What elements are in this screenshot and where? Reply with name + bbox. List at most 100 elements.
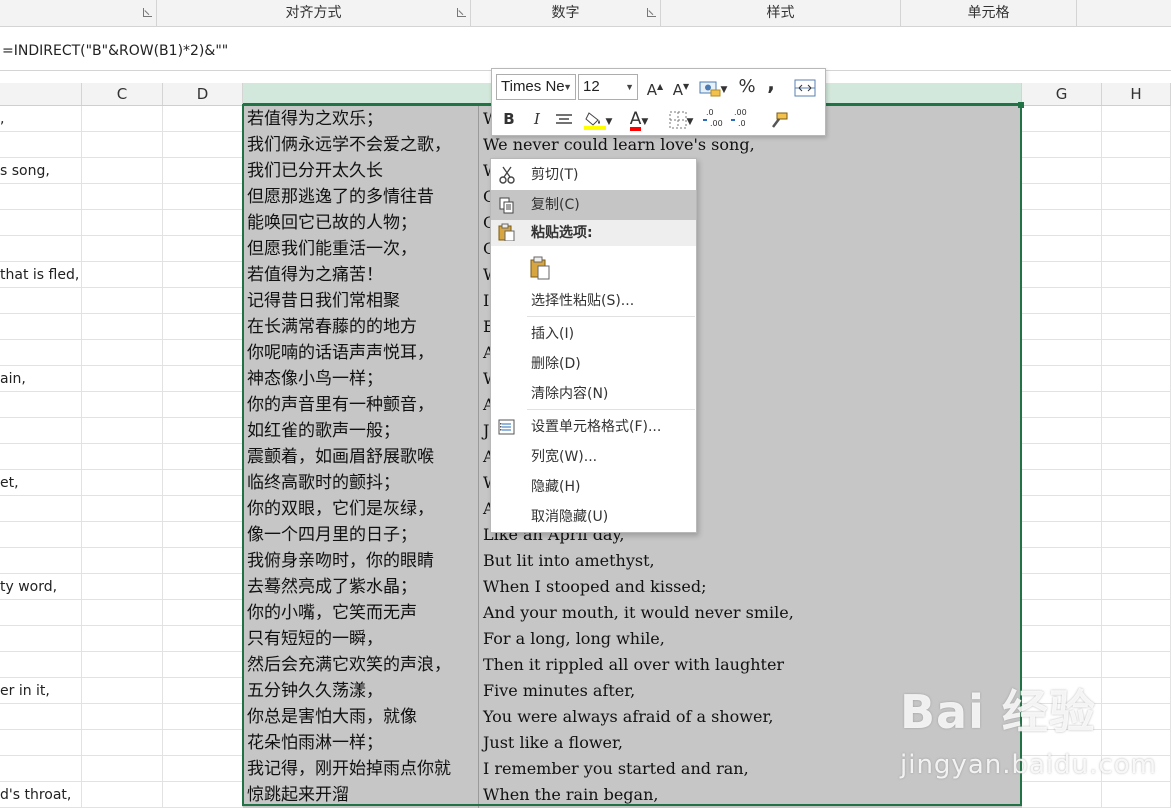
column-header-h[interactable]: H [1102, 83, 1171, 105]
cell-h[interactable] [1102, 340, 1171, 366]
italic-button[interactable]: I [526, 107, 548, 131]
cell-g[interactable] [1022, 600, 1102, 626]
cell-c[interactable] [82, 756, 163, 782]
cell-e[interactable]: 若值得为之欢乐； [243, 106, 479, 132]
cell-c[interactable] [82, 496, 163, 522]
cell-c[interactable] [82, 132, 163, 158]
decrease-decimal-button[interactable]: .00.0 [728, 105, 754, 129]
cell-d[interactable] [163, 262, 243, 288]
cell-g[interactable] [1022, 236, 1102, 262]
cell-e[interactable]: 临终高歌时的颤抖； [243, 470, 479, 496]
cell-f[interactable]: And your mouth, it would never smile, [479, 600, 1022, 626]
cell-d[interactable] [163, 444, 243, 470]
cell-e[interactable]: 如红雀的歌声一般； [243, 418, 479, 444]
cell-c[interactable] [82, 392, 163, 418]
cell-e[interactable]: 我俯身亲吻时，你的眼睛 [243, 548, 479, 574]
cell-b[interactable]: et, [0, 470, 82, 496]
cell-d[interactable] [163, 574, 243, 600]
cell-c[interactable] [82, 236, 163, 262]
cell-c[interactable] [82, 652, 163, 678]
cell-c[interactable] [82, 626, 163, 652]
menu-item-column-width[interactable]: 列宽(W)... [491, 442, 696, 472]
cell-h[interactable] [1102, 106, 1171, 132]
cell-h[interactable] [1102, 548, 1171, 574]
cell-f[interactable]: For a long, long while, [479, 626, 1022, 652]
cell-d[interactable] [163, 106, 243, 132]
cell-b[interactable] [0, 236, 82, 262]
cell-c[interactable] [82, 730, 163, 756]
cell-b[interactable] [0, 548, 82, 574]
cell-b[interactable] [0, 392, 82, 418]
cell-b[interactable]: ty word, [0, 574, 82, 600]
cell-h[interactable] [1102, 132, 1171, 158]
align-center-button[interactable] [552, 107, 576, 131]
font-color-button[interactable]: A▼ [622, 107, 656, 131]
cell-d[interactable] [163, 210, 243, 236]
cell-h[interactable] [1102, 184, 1171, 210]
dialog-launcher-icon[interactable] [143, 8, 152, 17]
cell-e[interactable]: 你呢喃的话语声声悦耳， [243, 340, 479, 366]
cell-b[interactable] [0, 704, 82, 730]
cell-d[interactable] [163, 470, 243, 496]
paste-option-button[interactable] [491, 250, 696, 286]
cell-c[interactable] [82, 600, 163, 626]
cell-b[interactable]: that is fled, [0, 262, 82, 288]
cell-g[interactable] [1022, 366, 1102, 392]
cell-h[interactable] [1102, 522, 1171, 548]
cell-g[interactable] [1022, 522, 1102, 548]
column-header-b[interactable] [0, 83, 82, 105]
menu-item-hide[interactable]: 隐藏(H) [491, 472, 696, 502]
cell-e[interactable]: 震颤着，如画眉舒展歌喉 [243, 444, 479, 470]
cell-g[interactable] [1022, 496, 1102, 522]
cell-c[interactable] [82, 106, 163, 132]
cell-e[interactable]: 去蓦然亮成了紫水晶； [243, 574, 479, 600]
cell-g[interactable] [1022, 314, 1102, 340]
cell-h[interactable] [1102, 262, 1171, 288]
font-name-combo[interactable]: Times Ne ▼ [496, 74, 576, 100]
cell-g[interactable] [1022, 132, 1102, 158]
cell-d[interactable] [163, 184, 243, 210]
cell-c[interactable] [82, 782, 163, 808]
cell-d[interactable] [163, 496, 243, 522]
cell-h[interactable] [1102, 418, 1171, 444]
cell-h[interactable] [1102, 392, 1171, 418]
cell-d[interactable] [163, 600, 243, 626]
increase-decimal-button[interactable]: .0.00 [700, 105, 726, 129]
cell-b[interactable] [0, 340, 82, 366]
format-painter-button[interactable] [766, 107, 792, 131]
cell-c[interactable] [82, 444, 163, 470]
cell-c[interactable] [82, 470, 163, 496]
cell-c[interactable] [82, 262, 163, 288]
cell-h[interactable] [1102, 444, 1171, 470]
cell-b[interactable] [0, 626, 82, 652]
cell-d[interactable] [163, 704, 243, 730]
cell-h[interactable] [1102, 210, 1171, 236]
cell-d[interactable] [163, 132, 243, 158]
cell-h[interactable] [1102, 366, 1171, 392]
cell-e[interactable]: 惊跳起来开溜 [243, 782, 479, 808]
cell-e[interactable]: 神态像小鸟一样； [243, 366, 479, 392]
cell-b[interactable] [0, 652, 82, 678]
cell-e[interactable]: 我们已分开太久长 [243, 158, 479, 184]
cell-h[interactable] [1102, 496, 1171, 522]
menu-item-unhide[interactable]: 取消隐藏(U) [491, 502, 696, 532]
column-header-g[interactable]: G [1022, 83, 1102, 105]
cell-d[interactable] [163, 626, 243, 652]
cell-e[interactable]: 我们俩永远学不会爱之歌， [243, 132, 479, 158]
column-header-d[interactable]: D [163, 83, 243, 105]
cell-d[interactable] [163, 782, 243, 808]
cell-b[interactable] [0, 288, 82, 314]
cell-d[interactable] [163, 756, 243, 782]
cell-c[interactable] [82, 288, 163, 314]
cell-e[interactable]: 但愿那逃逸了的多情往昔 [243, 184, 479, 210]
cell-h[interactable] [1102, 236, 1171, 262]
cell-c[interactable] [82, 574, 163, 600]
cell-e[interactable]: 然后会充满它欢笑的声浪， [243, 652, 479, 678]
menu-item-copy[interactable]: 复制(C) [491, 190, 696, 220]
cell-b[interactable] [0, 444, 82, 470]
cell-h[interactable] [1102, 600, 1171, 626]
cell-b[interactable] [0, 418, 82, 444]
cell-c[interactable] [82, 548, 163, 574]
cell-g[interactable] [1022, 392, 1102, 418]
percent-button[interactable]: % [736, 75, 758, 99]
